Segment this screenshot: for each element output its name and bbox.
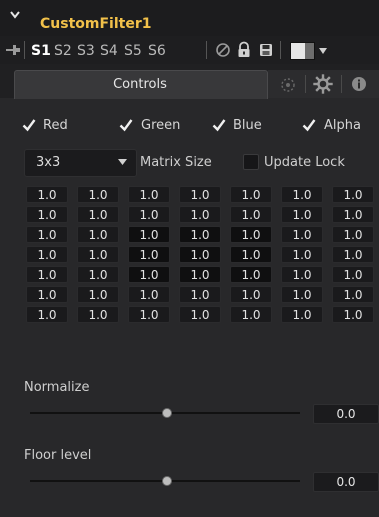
matrix-cell[interactable]: 1.0 xyxy=(332,306,374,323)
matrix-cell[interactable]: 1.0 xyxy=(77,186,119,203)
blue-checkbox[interactable] xyxy=(212,118,226,132)
normalize-label: Normalize xyxy=(24,380,90,395)
matrix-cell[interactable]: 1.0 xyxy=(332,206,374,223)
matrix-cell[interactable]: 1.0 xyxy=(128,206,170,223)
matrix-cell[interactable]: 1.0 xyxy=(332,246,374,263)
chevron-down-icon[interactable] xyxy=(319,48,327,54)
matrix-cell[interactable]: 1.0 xyxy=(128,286,170,303)
matrix-cell[interactable]: 1.0 xyxy=(230,206,272,223)
matrix-cell[interactable]: 1.0 xyxy=(77,306,119,323)
matrix-cell[interactable]: 1.0 xyxy=(230,186,272,203)
blue-checkbox-label: Blue xyxy=(233,118,262,133)
matrix-cell[interactable]: 1.0 xyxy=(281,186,323,203)
tab-controls-label: Controls xyxy=(113,77,167,92)
matrix-cell[interactable]: 1.0 xyxy=(179,186,221,203)
slot-s1-button[interactable]: S1 xyxy=(31,43,51,59)
slot-s5-button[interactable]: S5 xyxy=(124,43,142,59)
matrix-cell[interactable]: 1.0 xyxy=(77,246,119,263)
matrix-cell[interactable]: 1.0 xyxy=(179,266,221,283)
slot-s3-button[interactable]: S3 xyxy=(77,43,95,59)
matrix-cell[interactable]: 1.0 xyxy=(230,226,272,243)
matrix-size-value: 3x3 xyxy=(36,155,61,170)
matrix-cell[interactable]: 1.0 xyxy=(26,186,68,203)
red-checkbox[interactable] xyxy=(22,118,36,132)
modifier-icon[interactable] xyxy=(278,75,298,95)
matrix-cell[interactable]: 1.0 xyxy=(128,226,170,243)
matrix-cell[interactable]: 1.0 xyxy=(77,286,119,303)
tab-divider xyxy=(341,75,342,93)
update-lock-label: Update Lock xyxy=(264,155,345,170)
slot-s2-button[interactable]: S2 xyxy=(54,43,72,59)
toolbar-divider xyxy=(280,41,281,59)
matrix-cell[interactable]: 1.0 xyxy=(128,246,170,263)
disable-icon[interactable] xyxy=(214,41,232,59)
save-icon[interactable] xyxy=(257,41,275,59)
matrix-cell[interactable]: 1.0 xyxy=(281,306,323,323)
matrix-cell[interactable]: 1.0 xyxy=(26,286,68,303)
settings-gear-icon[interactable] xyxy=(313,74,333,94)
matrix-cell[interactable]: 1.0 xyxy=(230,246,272,263)
toolbar-divider xyxy=(206,41,207,59)
matrix-cell[interactable]: 1.0 xyxy=(281,266,323,283)
color-swatch-icon[interactable] xyxy=(290,42,315,60)
matrix-cell[interactable]: 1.0 xyxy=(77,266,119,283)
matrix-cell[interactable]: 1.0 xyxy=(26,246,68,263)
normalize-slider-thumb[interactable] xyxy=(162,408,172,418)
matrix-cell[interactable]: 1.0 xyxy=(26,306,68,323)
green-checkbox[interactable] xyxy=(119,118,133,132)
matrix-cell[interactable]: 1.0 xyxy=(26,206,68,223)
matrix-cell[interactable]: 1.0 xyxy=(332,266,374,283)
matrix-cell[interactable]: 1.0 xyxy=(179,286,221,303)
info-icon[interactable] xyxy=(350,75,368,93)
matrix-cell[interactable]: 1.0 xyxy=(281,206,323,223)
matrix-cell[interactable]: 1.0 xyxy=(26,226,68,243)
matrix-cell[interactable]: 1.0 xyxy=(230,306,272,323)
floor-level-label: Floor level xyxy=(24,448,92,463)
green-checkbox-label: Green xyxy=(141,118,181,133)
tab-divider xyxy=(305,75,306,93)
normalize-value-field[interactable]: 0.0 xyxy=(313,404,379,424)
matrix-size-label: Matrix Size xyxy=(140,155,212,170)
node-title: CustomFilter1 xyxy=(40,16,152,32)
slot-s4-button[interactable]: S4 xyxy=(100,43,118,59)
matrix-cell[interactable]: 1.0 xyxy=(77,206,119,223)
matrix-cell[interactable]: 1.0 xyxy=(179,246,221,263)
matrix-cell[interactable]: 1.0 xyxy=(179,206,221,223)
matrix-cell[interactable]: 1.0 xyxy=(281,286,323,303)
collapse-chevron-icon[interactable] xyxy=(10,10,20,20)
red-checkbox-label: Red xyxy=(43,118,68,133)
matrix-cell[interactable]: 1.0 xyxy=(128,306,170,323)
matrix-cell[interactable]: 1.0 xyxy=(332,226,374,243)
matrix-cell[interactable]: 1.0 xyxy=(332,186,374,203)
matrix-cell[interactable]: 1.0 xyxy=(128,266,170,283)
toolbar-divider xyxy=(24,41,25,59)
alpha-checkbox[interactable] xyxy=(302,118,316,132)
matrix-cell[interactable]: 1.0 xyxy=(26,266,68,283)
matrix-cell[interactable]: 1.0 xyxy=(77,226,119,243)
alpha-checkbox-label: Alpha xyxy=(324,118,361,133)
matrix-cell[interactable]: 1.0 xyxy=(230,286,272,303)
matrix-cell[interactable]: 1.0 xyxy=(179,306,221,323)
matrix-cell[interactable]: 1.0 xyxy=(179,226,221,243)
matrix-cell[interactable]: 1.0 xyxy=(128,186,170,203)
matrix-cell[interactable]: 1.0 xyxy=(230,266,272,283)
floor-level-value-field[interactable]: 0.0 xyxy=(313,472,379,492)
matrix-cell[interactable]: 1.0 xyxy=(281,246,323,263)
pin-icon[interactable] xyxy=(6,44,20,56)
lock-icon[interactable] xyxy=(235,41,253,59)
floor-level-slider-thumb[interactable] xyxy=(162,476,172,486)
slot-s6-button[interactable]: S6 xyxy=(148,43,166,59)
matrix-cell[interactable]: 1.0 xyxy=(281,226,323,243)
chevron-down-icon xyxy=(118,159,127,165)
matrix-cell[interactable]: 1.0 xyxy=(332,286,374,303)
update-lock-checkbox[interactable] xyxy=(243,154,259,170)
